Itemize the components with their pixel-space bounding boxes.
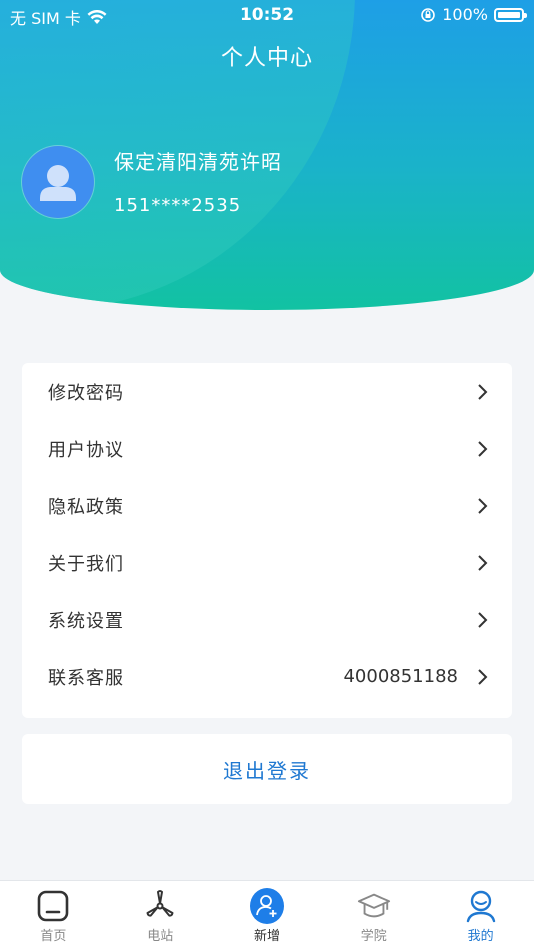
tab-label: 新增 (253, 929, 280, 944)
user-icon (466, 890, 495, 923)
avatar-user-icon (40, 165, 76, 201)
avatar[interactable] (22, 146, 94, 218)
logout-button[interactable]: 退出登录 (22, 734, 512, 804)
chevron-right-icon (478, 383, 488, 400)
menu-item-about-us[interactable]: 关于我们 (22, 534, 512, 591)
tab-label: 我的 (467, 929, 494, 944)
menu-item-label: 修改密码 (48, 382, 124, 404)
battery-percent: 100% (442, 5, 488, 24)
tab-add[interactable]: 新增 (214, 881, 321, 951)
tab-station[interactable]: 电站 (107, 881, 214, 951)
menu-item-change-password[interactable]: 修改密码 (22, 363, 512, 420)
status-bar: 无 SIM 卡 10:52 100% (0, 0, 534, 32)
bottom-tab-bar: 首页 电站 新增 学院 我的 (0, 880, 534, 951)
menu-item-system-settings[interactable]: 系统设置 (22, 591, 512, 648)
home-icon (38, 890, 69, 922)
menu-item-label: 用户协议 (48, 439, 124, 461)
tab-academy[interactable]: 学院 (320, 881, 427, 951)
menu-item-customer-service[interactable]: 联系客服 4000851188 (22, 648, 512, 705)
menu-item-label: 系统设置 (48, 610, 124, 632)
menu-item-label: 联系客服 (48, 667, 124, 689)
chevron-right-icon (478, 440, 488, 457)
status-right: 100% (420, 5, 527, 24)
add-button (249, 888, 284, 924)
page-title: 个人中心 (220, 46, 313, 71)
chevron-right-icon (478, 497, 488, 514)
wind-turbine-icon (146, 890, 174, 917)
tab-label: 电站 (147, 929, 174, 944)
chevron-right-icon (478, 611, 488, 628)
menu-item-label: 关于我们 (48, 553, 124, 575)
customer-service-phone: 4000851188 (343, 666, 458, 687)
tab-mine[interactable]: 我的 (427, 881, 534, 951)
chevron-right-icon (478, 668, 488, 685)
menu-item-privacy-policy[interactable]: 隐私政策 (22, 477, 512, 534)
user-phone: 151****2535 (114, 195, 242, 216)
tab-label: 学院 (360, 929, 387, 944)
menu-item-label: 隐私政策 (48, 496, 124, 518)
battery-icon (494, 7, 527, 22)
tab-label: 首页 (40, 929, 67, 944)
tab-home[interactable]: 首页 (0, 881, 107, 951)
menu-item-user-agreement[interactable]: 用户协议 (22, 420, 512, 477)
orientation-lock-icon (421, 7, 436, 22)
chevron-right-icon (478, 554, 488, 571)
add-user-icon (256, 895, 277, 917)
user-name: 保定清阳清苑许昭 (114, 150, 282, 174)
settings-menu: 修改密码 用户协议 隐私政策 关于我们 系统设置 联系客服 4000851188 (22, 363, 512, 718)
graduation-cap-icon (357, 893, 390, 918)
